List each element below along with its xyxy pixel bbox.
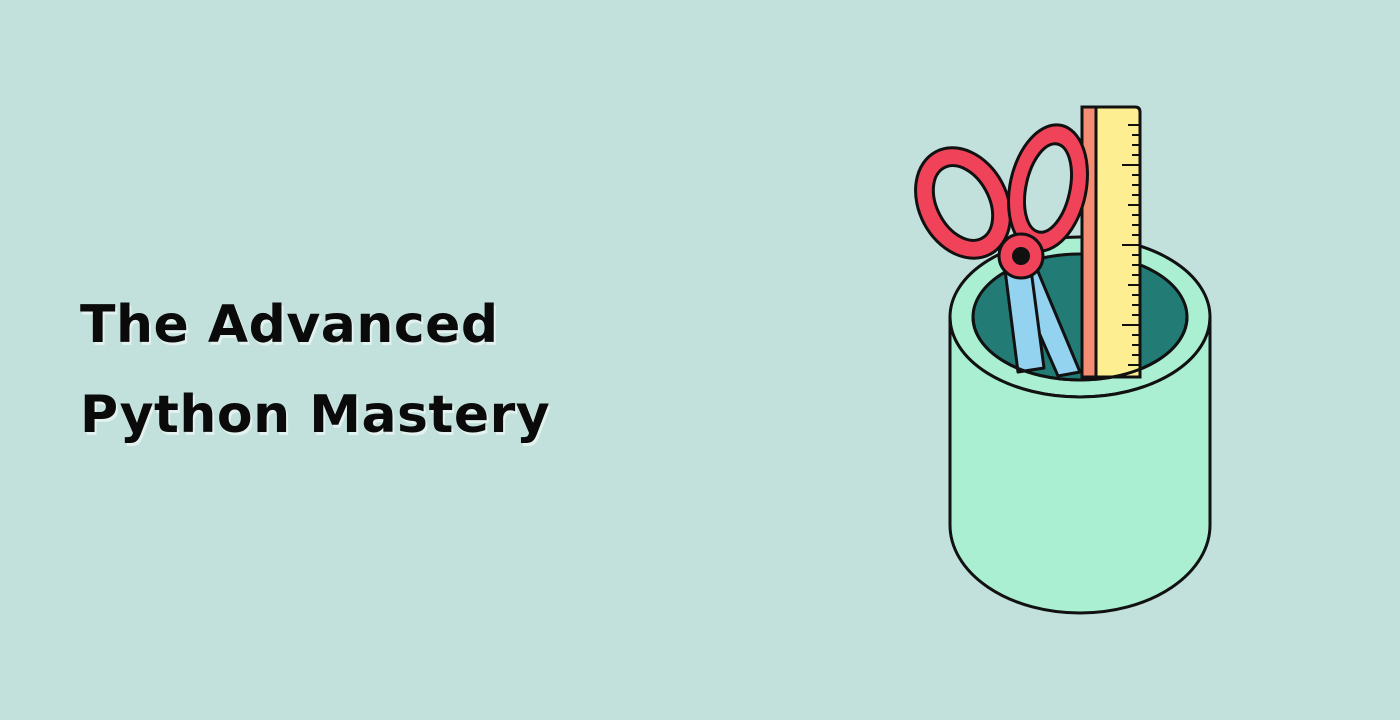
course-banner: The Advanced Python Mastery: [0, 0, 1400, 720]
ruler-icon: [1080, 105, 1142, 379]
stationery-cup-icon: [914, 105, 1212, 615]
course-title: The Advanced Python Mastery: [80, 295, 551, 445]
